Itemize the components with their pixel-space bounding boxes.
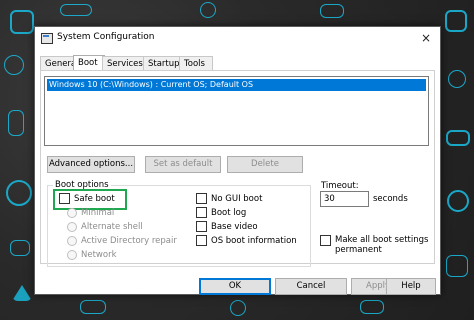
checkbox-box[interactable]: [320, 235, 331, 246]
doodle-shape: [360, 300, 384, 314]
checkbox-box[interactable]: [196, 235, 207, 246]
radio-alternate-shell-label: Alternate shell: [81, 222, 143, 232]
radio-circle[interactable]: [67, 222, 77, 232]
radio-minimal[interactable]: Minimal: [67, 208, 114, 218]
make-permanent-checkbox[interactable]: Make all boot settings permanent: [320, 235, 428, 255]
timeout-input[interactable]: 30: [320, 191, 369, 207]
doodle-shape: [230, 300, 246, 316]
os-list[interactable]: Windows 10 (C:\Windows) : Current OS; De…: [44, 76, 429, 146]
title-bar: System Configuration ×: [35, 27, 440, 49]
radio-circle[interactable]: [67, 250, 77, 260]
system-configuration-window: System Configuration × General Boot Serv…: [34, 26, 441, 295]
make-permanent-label: Make all boot settings permanent: [335, 235, 428, 255]
checkbox-box[interactable]: [196, 221, 207, 232]
help-button[interactable]: Help: [386, 278, 436, 295]
safe-boot-label: Safe boot: [74, 193, 115, 204]
doodle-shape: [4, 55, 24, 75]
delete-button[interactable]: Delete: [227, 156, 303, 173]
checkbox-box[interactable]: [196, 193, 207, 204]
doodle-shape: [12, 285, 32, 301]
boot-log-label: Boot log: [211, 207, 247, 218]
window-title: System Configuration: [57, 32, 155, 42]
timeout-label: Timeout:: [321, 181, 359, 191]
boot-log-checkbox[interactable]: Boot log: [196, 207, 246, 218]
make-permanent-label-line2: permanent: [335, 245, 382, 255]
close-icon[interactable]: ×: [418, 30, 434, 46]
os-list-item[interactable]: Windows 10 (C:\Windows) : Current OS; De…: [47, 79, 426, 91]
doodle-shape: [320, 4, 344, 18]
doodle-shape: [200, 2, 216, 18]
radio-circle[interactable]: [67, 236, 77, 246]
ok-button[interactable]: OK: [199, 278, 271, 295]
os-boot-information-checkbox[interactable]: OS boot information: [196, 235, 297, 246]
doodle-shape: [80, 300, 106, 314]
timeout-unit-label: seconds: [373, 194, 408, 204]
radio-network[interactable]: Network: [67, 250, 117, 260]
window-icon: [41, 33, 53, 44]
doodle-shape: [446, 130, 470, 146]
checkbox-box[interactable]: [196, 207, 207, 218]
doodle-shape: [448, 70, 466, 88]
doodle-shape: [10, 240, 30, 256]
radio-network-label: Network: [81, 250, 117, 260]
doodle-shape: [10, 10, 34, 34]
set-as-default-button[interactable]: Set as default: [145, 156, 221, 173]
doodle-shape: [446, 255, 468, 277]
base-video-checkbox[interactable]: Base video: [196, 221, 258, 232]
checkbox-box[interactable]: [59, 193, 70, 204]
no-gui-boot-checkbox[interactable]: No GUI boot: [196, 193, 262, 204]
tab-tools[interactable]: Tools: [179, 56, 213, 71]
os-boot-information-label: OS boot information: [211, 235, 297, 246]
doodle-shape: [8, 110, 24, 136]
doodle-shape: [447, 190, 469, 212]
safe-boot-checkbox[interactable]: Safe boot: [59, 193, 115, 204]
doodle-shape: [445, 10, 467, 32]
doodle-shape: [6, 180, 32, 206]
advanced-options-button[interactable]: Advanced options...: [47, 156, 135, 173]
radio-alternate-shell[interactable]: Alternate shell: [67, 222, 143, 232]
make-permanent-label-line1: Make all boot settings: [335, 235, 429, 245]
radio-circle[interactable]: [67, 208, 77, 218]
radio-active-directory-repair[interactable]: Active Directory repair: [67, 236, 177, 246]
doodle-shape: [60, 4, 92, 16]
radio-minimal-label: Minimal: [81, 208, 115, 218]
no-gui-boot-label: No GUI boot: [211, 193, 263, 204]
base-video-label: Base video: [211, 221, 258, 232]
radio-active-directory-repair-label: Active Directory repair: [81, 236, 177, 246]
cancel-button[interactable]: Cancel: [275, 278, 347, 295]
